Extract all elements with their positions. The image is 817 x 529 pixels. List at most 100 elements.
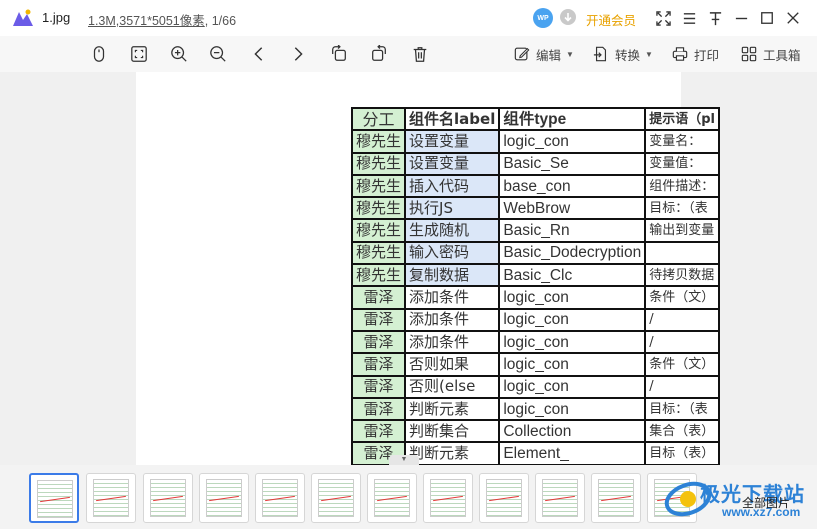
fullscreen-icon[interactable] [653, 8, 673, 28]
thumbnail-preview [486, 479, 522, 517]
file-size[interactable]: 1.3M [88, 14, 116, 28]
sheet-cell: Collection [498, 419, 647, 444]
sheet-row: 雷泽 添加条件 logic_con / [350, 307, 720, 332]
sheet-row: 穆先生 输入密码 Basic_Dodecryption [350, 240, 720, 266]
sheet-cell: 判断集合 [404, 419, 501, 444]
sheet-cell: 穆先生 [350, 173, 407, 199]
printer-icon [672, 47, 688, 61]
sheet-cell: 否则(else [404, 374, 501, 399]
file-name: 1.jpg [42, 10, 71, 25]
sheet-cell: 添加条件 [404, 285, 501, 310]
sheet-cell: 添加条件 [404, 307, 501, 332]
collapse-strip-toggle[interactable]: ▼ [389, 455, 419, 465]
sheet-cell: base_con [498, 173, 647, 199]
wp-badge-label: WP [537, 14, 549, 22]
sheet-cell: 集合（表） [644, 419, 720, 444]
all-images-button[interactable]: 全部图片 [742, 494, 790, 511]
sheet-row: 穆先生 生成随机 Basic_Rn 输出到变量 [350, 218, 720, 243]
sheet-cell: logic_con [498, 329, 647, 355]
mouse-mode-icon[interactable] [88, 43, 110, 65]
sheet-cell: WebBrow [498, 196, 647, 221]
toolbox-label: 工具箱 [763, 48, 801, 63]
sheet-row: 穆先生 复制数据 Basic_Clc 待拷贝数据 [350, 263, 720, 288]
displayed-image: 分工 组件名label 组件type 提示语（pl 穆先生 设置变量 logic_con 变量… [136, 72, 720, 465]
sheet-cell: / [644, 374, 720, 399]
maximize-icon[interactable] [757, 8, 777, 28]
thumbnail-item[interactable] [423, 473, 473, 523]
title-bar: 1.jpg 1.3M,3571*5051像素, 1/66 WP 开通会员 [0, 0, 817, 36]
wp-account-icon[interactable]: WP [533, 8, 553, 28]
previous-image-icon[interactable] [248, 43, 270, 65]
sheet-cell: 分工 [350, 106, 407, 132]
sheet-cell: 穆先生 [350, 218, 407, 243]
toolbox-grid-icon [741, 46, 757, 62]
pin-icon[interactable] [705, 8, 725, 28]
thumbnail-item[interactable] [535, 473, 585, 523]
sheet-header-row: 分工 组件名label 组件type 提示语（pl [350, 106, 720, 132]
thumbnail-item[interactable] [29, 473, 79, 523]
convert-label: 转换 [615, 48, 641, 63]
delete-icon[interactable] [409, 43, 431, 65]
close-icon[interactable] [783, 8, 803, 28]
sheet-cell: 复制数据 [404, 263, 501, 288]
sheet-cell: 目标：（表 [644, 396, 720, 422]
sheet-cell: 生成随机 [404, 218, 501, 243]
sheet-cell: 组件描述： [644, 173, 720, 199]
sheet-cell: 穆先生 [350, 263, 407, 288]
minimize-icon[interactable] [731, 8, 751, 28]
zoom-out-icon[interactable] [207, 43, 229, 65]
convert-menu-button[interactable]: 转换 ▼ [593, 44, 653, 64]
sheet-cell: 穆先生 [350, 196, 407, 221]
app-logo-icon [13, 9, 33, 26]
sheet-row: 穆先生 执行JS WebBrow 目标：（表 [350, 196, 720, 221]
thumbnail-item[interactable] [86, 473, 136, 523]
sheet-cell: 变量值： [644, 151, 720, 176]
sheet-row: 雷泽 添加条件 logic_con 条件（文） [350, 285, 720, 310]
convert-icon [593, 46, 607, 62]
edit-label: 编辑 [536, 48, 562, 63]
sheet-row: 雷泽 判断集合 Collection 集合（表） [350, 419, 720, 444]
next-image-icon[interactable] [287, 43, 309, 65]
image-canvas[interactable]: 分工 组件名label 组件type 提示语（pl 穆先生 设置变量 logic_con 变量… [0, 72, 817, 465]
thumbnail-item[interactable] [255, 473, 305, 523]
open-vip-link[interactable]: 开通会员 [586, 10, 636, 29]
thumbnail-item[interactable] [143, 473, 193, 523]
thumbnail-item[interactable] [311, 473, 361, 523]
sheet-cell: Basic_Dodecryption [498, 240, 647, 266]
sheet-cell: logic_con [498, 396, 647, 422]
rotate-right-icon[interactable] [368, 43, 390, 65]
image-viewer-window: 1.jpg 1.3M,3571*5051像素, 1/66 WP 开通会员 编辑 … [0, 0, 817, 529]
toolbox-button[interactable]: 工具箱 [741, 44, 801, 64]
sheet-row: 雷泽 判断元素 logic_con 目标：（表 [350, 396, 720, 422]
sheet-row: 穆先生 设置变量 logic_con 变量名： [350, 129, 720, 154]
toolbar: 编辑 ▼ 转换 ▼ 打印 工具箱 [0, 36, 817, 72]
sheet-cell: 判断元素 [404, 396, 501, 422]
sheet-cell: 组件type [498, 106, 647, 132]
sheet-row: 雷泽 添加条件 logic_con / [350, 329, 720, 355]
menu-icon[interactable] [679, 8, 699, 28]
sheet-cell: 穆先生 [350, 240, 407, 266]
download-icon[interactable] [560, 9, 576, 25]
sheet-cell: 雷泽 [350, 307, 407, 332]
chevron-down-icon: ▼ [566, 49, 574, 59]
sheet-cell: 穆先生 [350, 151, 407, 176]
edit-menu-button[interactable]: 编辑 ▼ [514, 44, 574, 64]
thumbnail-item[interactable] [367, 473, 417, 523]
fit-screen-icon[interactable] [128, 43, 150, 65]
sheet-cell: 雷泽 [350, 329, 407, 355]
rotate-left-icon[interactable] [328, 43, 350, 65]
sheet-cell: 目标：（表 [644, 196, 720, 221]
sheet-cell: 添加条件 [404, 329, 501, 355]
thumbnail-item[interactable] [199, 473, 249, 523]
thumbnail-item[interactable] [479, 473, 529, 523]
sheet-cell: 组件名label [404, 106, 501, 132]
thumbnail-item[interactable] [591, 473, 641, 523]
sheet-cell: / [644, 307, 720, 332]
sheet-row: 穆先生 插入代码 base_con 组件描述： [350, 173, 720, 199]
zoom-in-icon[interactable] [168, 43, 190, 65]
sheet-cell: 输出到变量 [644, 218, 720, 243]
print-button[interactable]: 打印 [672, 44, 719, 64]
thumbnail-preview [598, 479, 634, 517]
thumbnail-preview [150, 479, 186, 517]
sheet-cell: 变量名： [644, 129, 720, 154]
